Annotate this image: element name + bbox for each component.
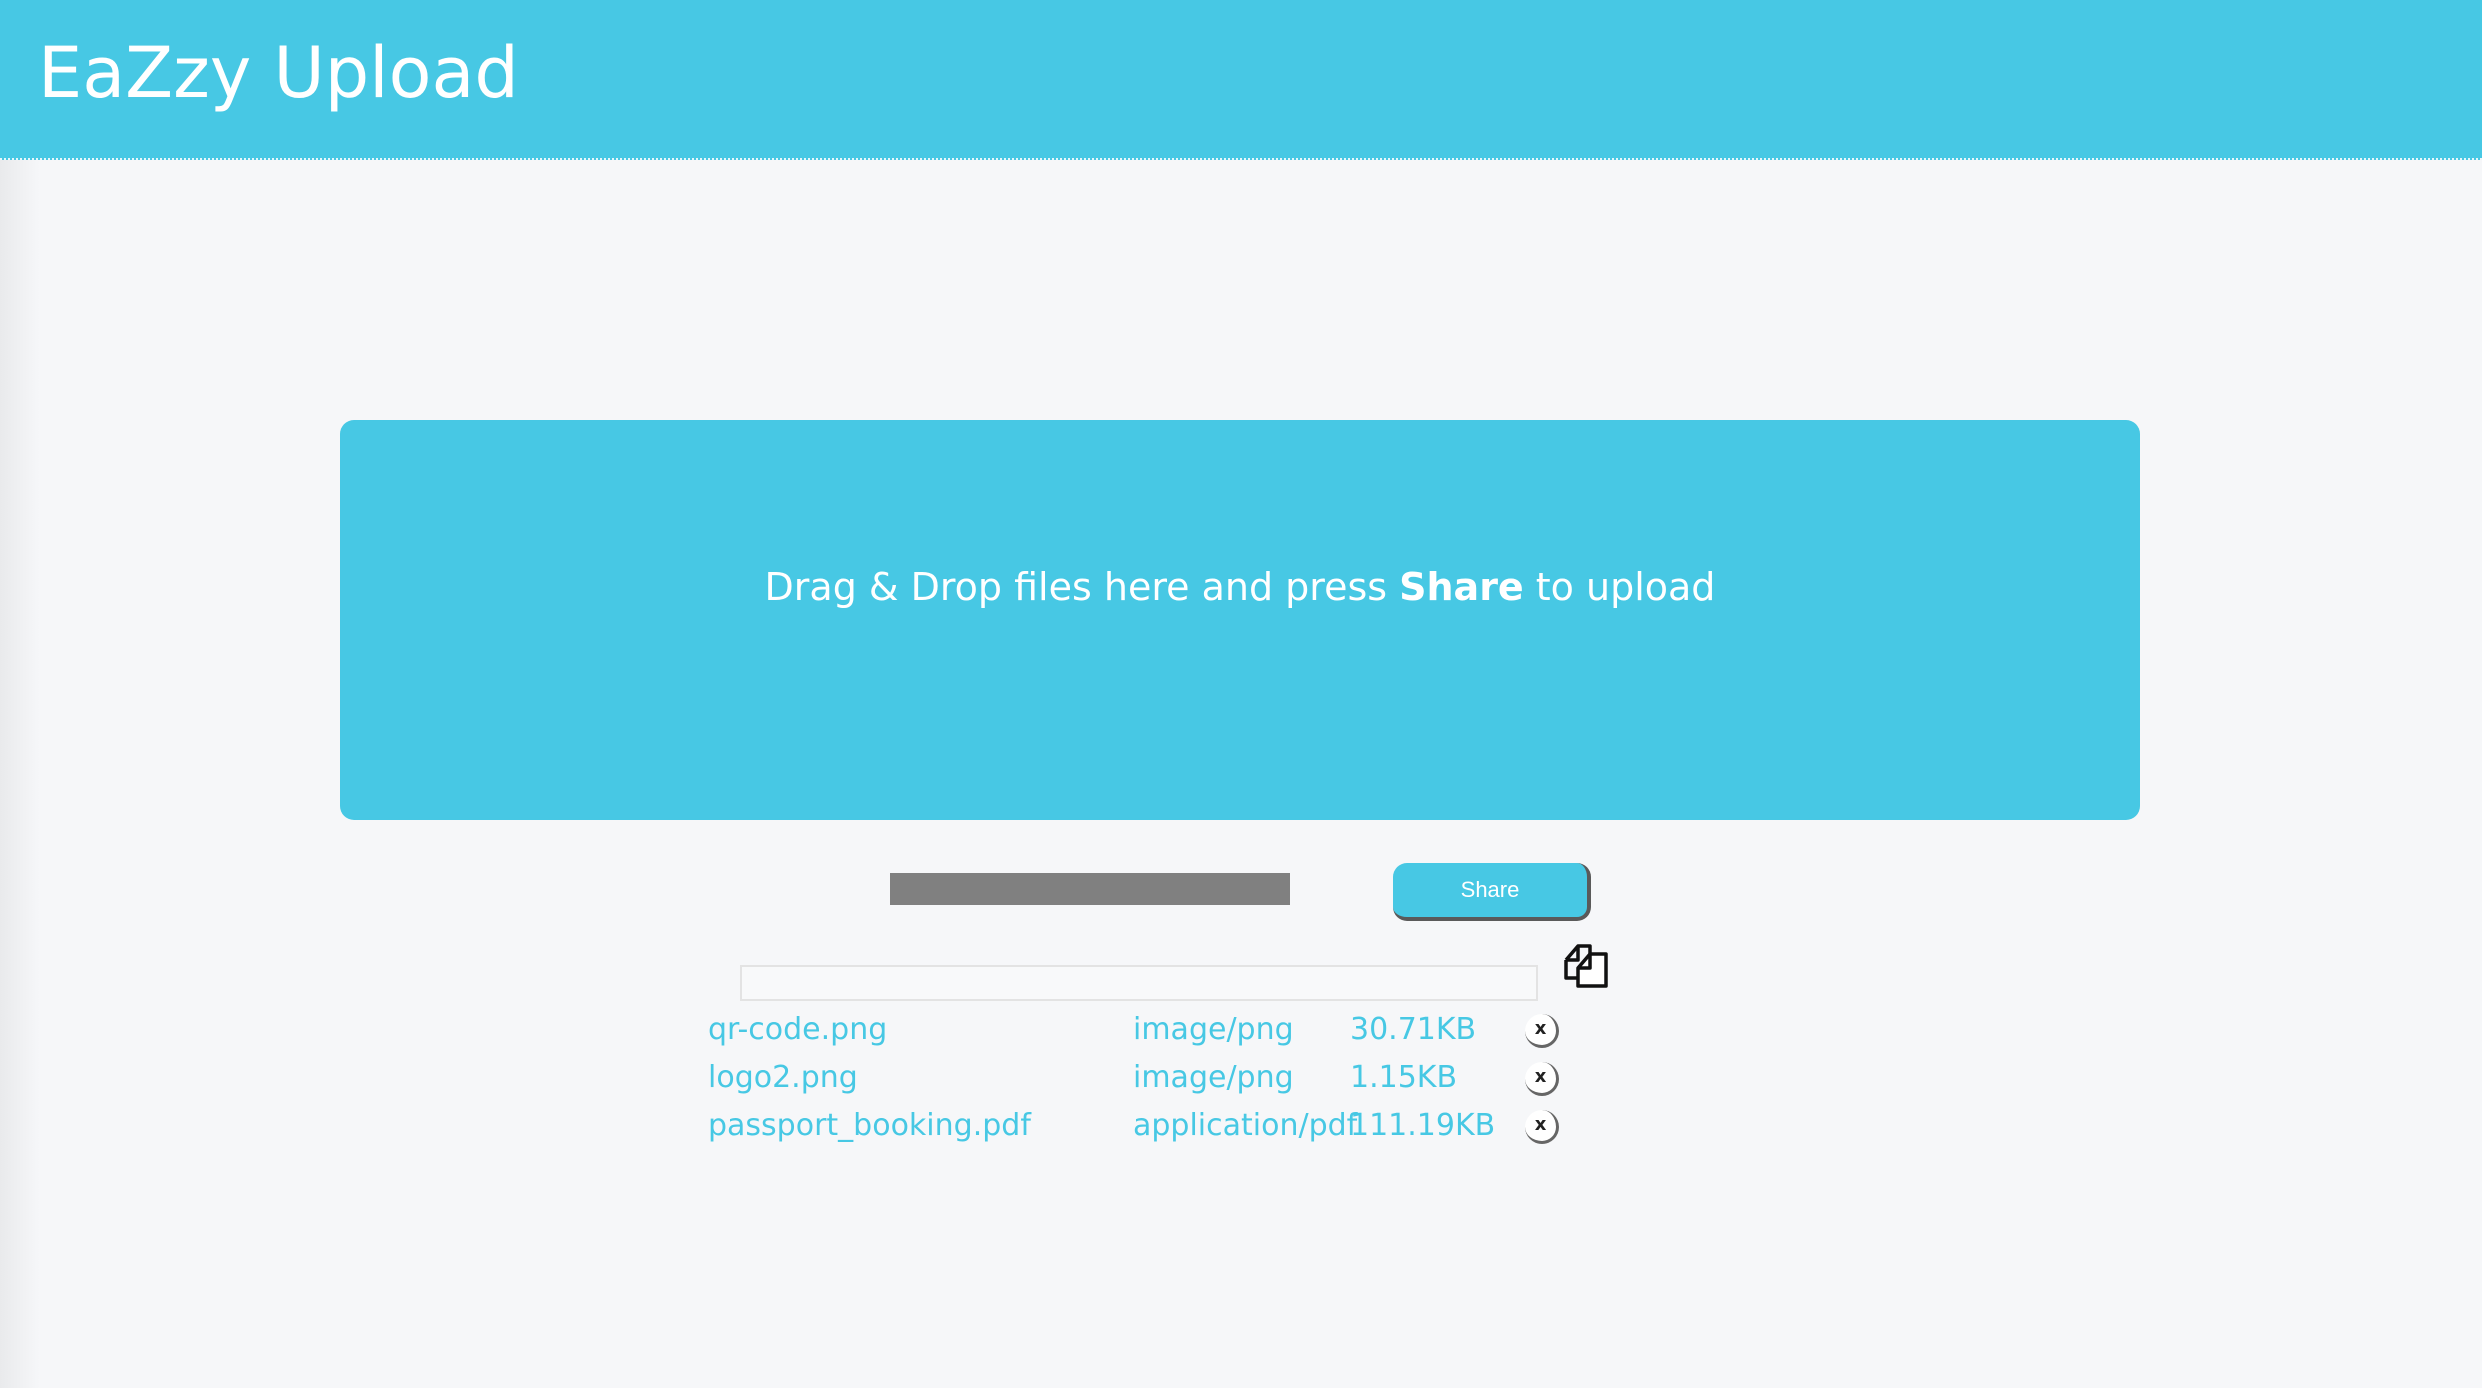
remove-file-button[interactable]: x	[1525, 1110, 1559, 1144]
file-type: image/png	[1133, 1012, 1294, 1047]
upload-progress-fill	[890, 873, 1290, 905]
file-size: 111.19KB	[1350, 1108, 1496, 1143]
page-edge-shade	[0, 0, 40, 1388]
file-type: image/png	[1133, 1060, 1294, 1095]
dropzone-text-after: to upload	[1523, 565, 1716, 609]
share-link-field[interactable]	[740, 965, 1538, 1001]
file-size: 1.15KB	[1350, 1060, 1458, 1095]
file-type: application/pdf	[1133, 1108, 1358, 1143]
dropzone-instructions: Drag & Drop files here and press Share t…	[340, 568, 2140, 606]
remove-file-button[interactable]: x	[1525, 1062, 1559, 1096]
file-row: passport_booking.pdf application/pdf 111…	[708, 1106, 1608, 1154]
file-name-link[interactable]: logo2.png	[708, 1058, 858, 1098]
file-size: 30.71KB	[1350, 1012, 1477, 1047]
app-title: EaZzy Upload	[38, 32, 519, 114]
dropzone-text-before: Drag & Drop files here and press	[764, 565, 1400, 609]
remove-file-button[interactable]: x	[1525, 1014, 1559, 1048]
file-row: logo2.png image/png 1.15KB x	[708, 1058, 1608, 1106]
share-button[interactable]: Share	[1393, 863, 1591, 921]
file-row: qr-code.png image/png 30.71KB x	[708, 1010, 1608, 1058]
copy-icon[interactable]	[1560, 940, 1612, 992]
app-header: EaZzy Upload	[0, 0, 2482, 160]
file-name-link[interactable]: passport_booking.pdf	[708, 1106, 1031, 1146]
file-dropzone[interactable]: Drag & Drop files here and press Share t…	[340, 420, 2140, 820]
file-name-link[interactable]: qr-code.png	[708, 1010, 887, 1050]
upload-progress-bar	[890, 873, 1290, 905]
dropzone-text-strong: Share	[1399, 565, 1524, 609]
uploaded-file-list: qr-code.png image/png 30.71KB x logo2.pn…	[708, 1010, 1608, 1154]
